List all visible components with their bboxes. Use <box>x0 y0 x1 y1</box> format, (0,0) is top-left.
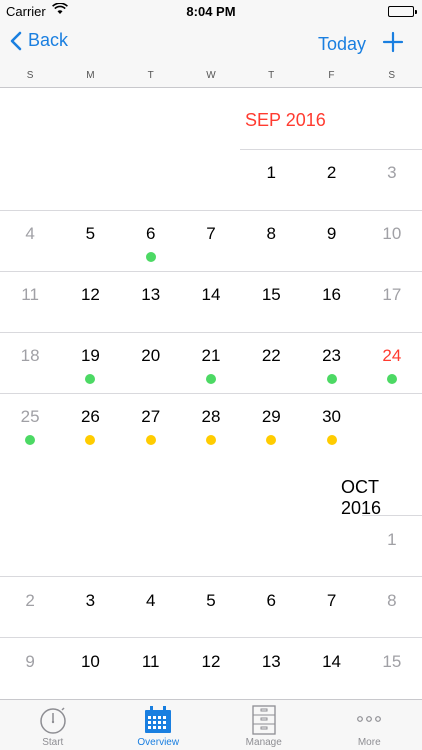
week-divider <box>0 271 422 272</box>
day-cell[interactable]: 18 <box>0 346 60 366</box>
day-cell[interactable]: 15 <box>241 285 301 305</box>
weekday-fri: F <box>328 70 335 81</box>
day-cell[interactable]: 3 <box>362 163 422 183</box>
month-title-oct: OCT 2016 <box>341 477 382 518</box>
status-bar: Carrier 8:04 PM <box>0 0 422 24</box>
status-time: 8:04 PM <box>186 4 236 19</box>
week-divider <box>0 393 422 394</box>
event-marker <box>25 435 36 445</box>
event-marker <box>206 435 216 445</box>
day-cell[interactable]: 6 <box>121 224 181 244</box>
day-cell[interactable]: 28 <box>181 407 241 427</box>
event-marker <box>386 374 397 384</box>
day-cell[interactable]: 17 <box>362 285 422 305</box>
tab-overview[interactable]: Overview <box>106 700 212 750</box>
day-cell[interactable]: 25 <box>0 407 60 427</box>
today-button[interactable]: Today <box>318 34 366 55</box>
day-cell[interactable]: 7 <box>181 224 241 244</box>
week-divider <box>240 149 422 150</box>
navigation-bar: Back Today <box>0 24 422 64</box>
day-cell[interactable]: 14 <box>181 285 241 305</box>
month-title-sep: SEP 2016 <box>245 110 326 130</box>
day-cell[interactable]: 10 <box>60 652 120 672</box>
week-divider <box>0 210 422 211</box>
day-cell[interactable]: 5 <box>181 591 241 611</box>
day-cell[interactable]: 2 <box>0 591 60 611</box>
event-marker <box>326 435 337 445</box>
day-cell[interactable]: 13 <box>241 652 301 672</box>
day-cell[interactable]: 8 <box>241 224 301 244</box>
day-cell[interactable]: 10 <box>362 224 422 244</box>
day-cell[interactable]: 11 <box>0 285 60 305</box>
tab-more[interactable]: More <box>317 700 422 750</box>
event-marker <box>85 435 96 445</box>
day-cell[interactable]: 1 <box>241 163 301 183</box>
day-cell[interactable]: 24 <box>362 346 422 366</box>
event-marker <box>85 374 96 384</box>
add-icon[interactable] <box>382 31 404 58</box>
day-cell[interactable]: 7 <box>301 591 361 611</box>
day-cell[interactable]: 4 <box>0 224 60 244</box>
day-cell[interactable]: 29 <box>241 407 301 427</box>
tab-overview-label: Overview <box>137 737 180 748</box>
more-dots-icon <box>317 705 422 735</box>
week-divider <box>0 637 422 638</box>
day-cell[interactable]: 6 <box>241 591 301 611</box>
week-divider <box>0 576 422 577</box>
week-divider <box>0 332 422 333</box>
day-cell[interactable]: 5 <box>60 224 120 244</box>
day-cell[interactable]: 3 <box>60 591 120 611</box>
tab-manage-label: Manage <box>245 737 282 748</box>
day-cell[interactable]: 20 <box>121 346 181 366</box>
day-cell[interactable]: 14 <box>301 652 361 672</box>
weekday-tue: T <box>147 70 154 81</box>
day-cell[interactable]: 1 <box>362 530 422 550</box>
weekday-header: S M T W T F S <box>0 64 422 88</box>
day-cell[interactable]: 23 <box>301 346 361 366</box>
day-cell[interactable]: 21 <box>181 346 241 366</box>
stopwatch-icon <box>0 705 106 735</box>
week-divider <box>362 515 422 516</box>
event-marker <box>145 435 156 445</box>
weekday-thu: T <box>268 70 275 81</box>
day-cell[interactable]: 30 <box>301 407 361 427</box>
day-cell[interactable]: 15 <box>362 652 422 672</box>
day-cell[interactable]: 4 <box>121 591 181 611</box>
weekday-wed: W <box>206 70 216 81</box>
day-cell[interactable]: 12 <box>181 652 241 672</box>
weekday-mon: M <box>86 70 95 81</box>
event-marker <box>145 252 156 262</box>
event-marker <box>206 374 216 384</box>
tab-manage[interactable]: Manage <box>211 700 317 750</box>
day-cell[interactable]: 16 <box>301 285 361 305</box>
event-marker <box>326 374 337 384</box>
calendar-icon <box>106 705 212 735</box>
back-button[interactable]: Back <box>10 30 68 51</box>
tab-bar: Start Overview Manage More <box>0 699 422 750</box>
day-cell[interactable]: 26 <box>60 407 120 427</box>
weekday-sat: S <box>388 70 396 81</box>
file-cabinet-icon <box>211 705 317 735</box>
day-cell[interactable]: 2 <box>301 163 361 183</box>
day-cell[interactable]: 12 <box>60 285 120 305</box>
battery-icon <box>388 6 417 17</box>
tab-start-label: Start <box>42 737 64 748</box>
day-cell[interactable]: 13 <box>121 285 181 305</box>
day-cell[interactable]: 27 <box>121 407 181 427</box>
event-marker <box>266 435 277 445</box>
tab-start[interactable]: Start <box>0 700 106 750</box>
tab-more-label: More <box>357 737 381 748</box>
chevron-left-icon <box>10 31 22 50</box>
back-label: Back <box>28 30 69 50</box>
day-cell[interactable]: 8 <box>362 591 422 611</box>
day-cell[interactable]: 11 <box>121 652 181 672</box>
day-cell[interactable]: 19 <box>60 346 120 366</box>
day-cell[interactable]: 9 <box>0 652 60 672</box>
day-cell[interactable]: 9 <box>301 224 361 244</box>
day-cell[interactable]: 22 <box>241 346 301 366</box>
weekday-sun: S <box>26 70 34 81</box>
